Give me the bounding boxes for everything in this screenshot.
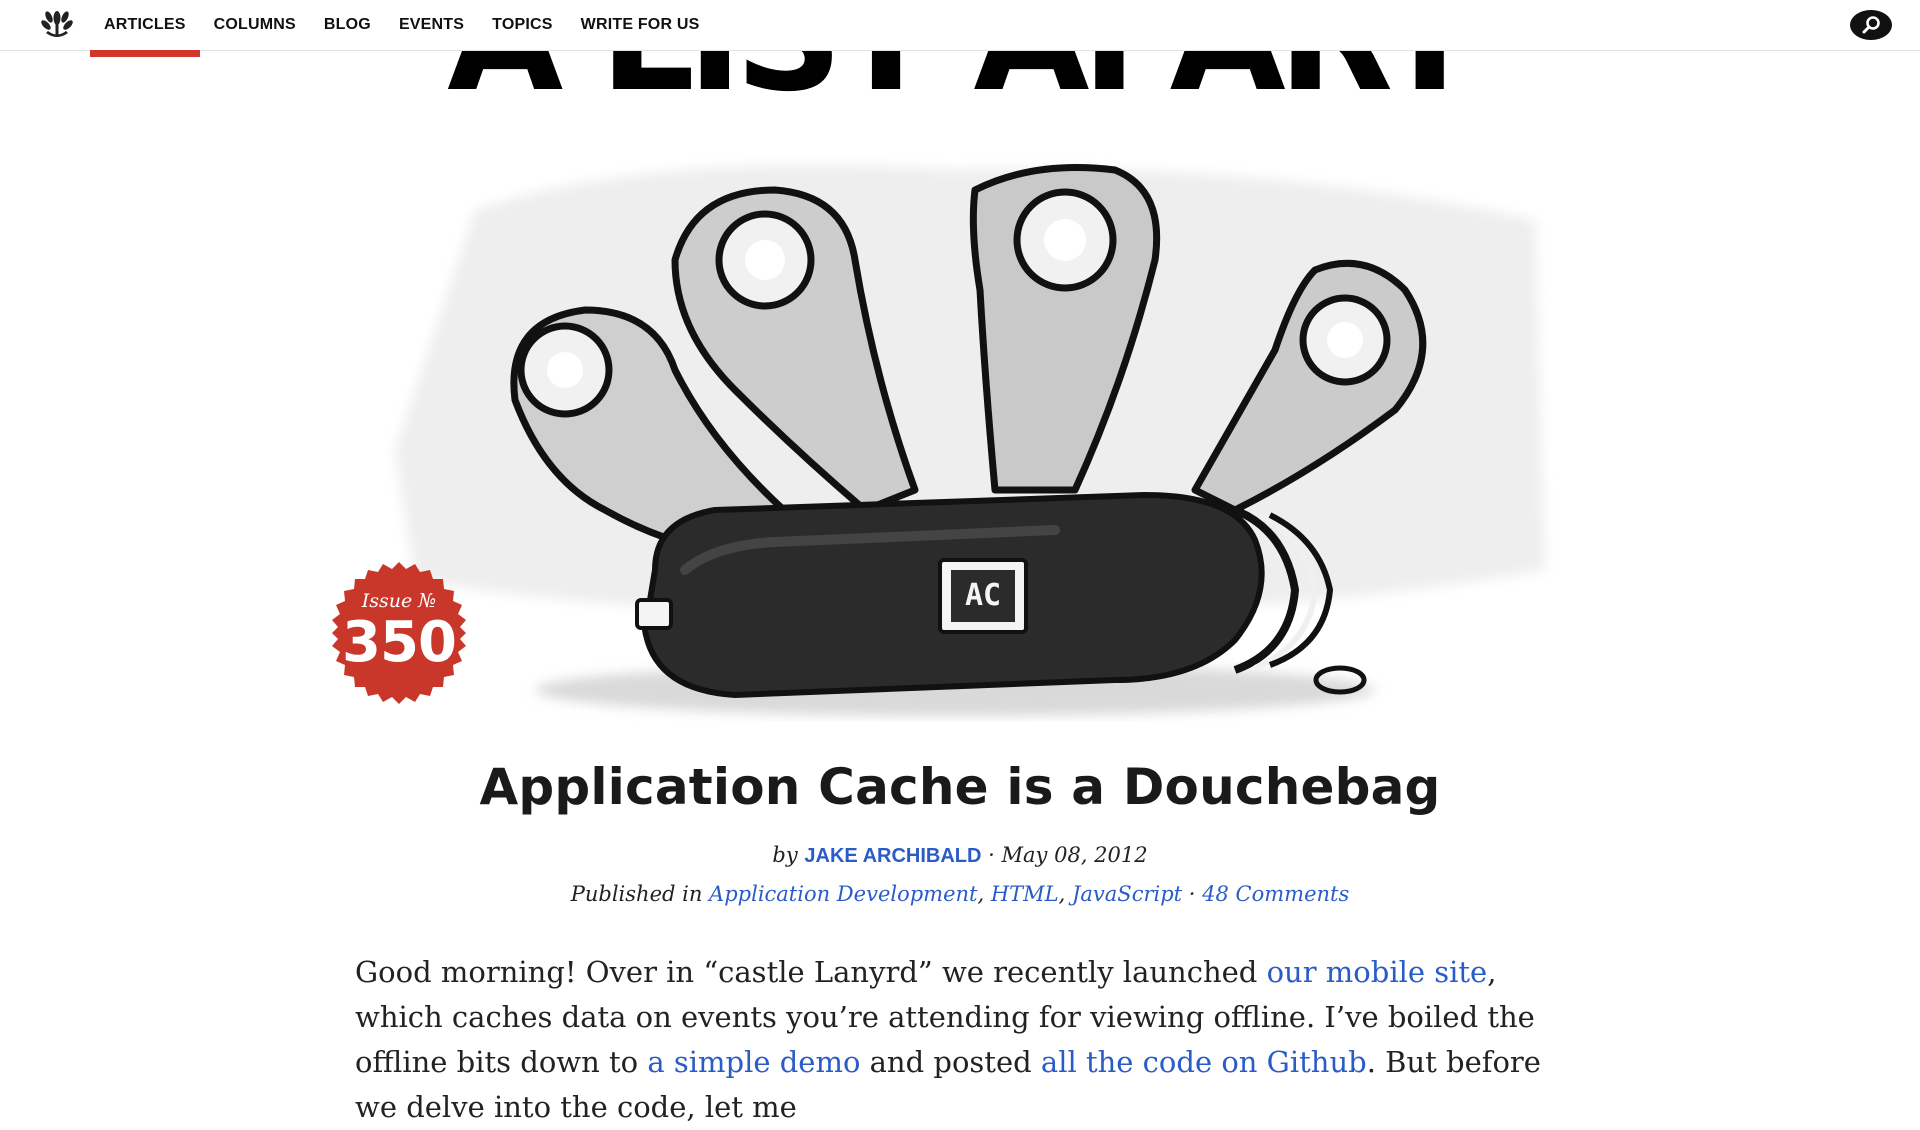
topic-link-application-development[interactable]: Application Development [709,882,977,906]
issue-badge[interactable]: Issue № 350 [326,560,472,706]
mobile-site-link[interactable]: our mobile site [1267,955,1488,989]
nav-item-blog[interactable]: BLOG [310,0,385,50]
publish-date: May 08, 2012 [1001,843,1148,867]
nav-item-columns[interactable]: COLUMNS [200,0,310,50]
intro-text-3: and posted [860,1045,1041,1079]
top-nav: ARTICLES COLUMNS BLOG EVENTS TOPICS WRIT… [0,0,1920,57]
knife-ac-label: AC [964,578,1002,613]
nav-item-topics[interactable]: TOPICS [478,0,566,50]
topic-link-html[interactable]: HTML [991,882,1059,906]
byline: by JAKE ARCHIBALD · May 08, 2012 [355,843,1565,868]
byline-separator: · [988,843,995,867]
nav-item-articles[interactable]: ARTICLES [90,0,200,57]
nav-item-events[interactable]: EVENTS [385,0,478,50]
article-intro: Good morning! Over in “castle Lanyrd” we… [355,950,1565,1130]
swiss-army-knife-illustration: AC [355,150,1565,730]
nav-menu: ARTICLES COLUMNS BLOG EVENTS TOPICS WRIT… [90,0,714,57]
intro-text-1: Good morning! Over in “castle Lanyrd” we… [355,955,1267,989]
published-separator: · [1188,882,1196,906]
published-in: Published in Application Development, HT… [570,882,1350,906]
search-icon[interactable] [1850,10,1892,40]
simple-demo-link[interactable]: a simple demo [647,1045,860,1079]
laurel-logo-icon[interactable] [40,9,74,41]
github-code-link[interactable]: all the code on Github [1041,1045,1367,1079]
byline-by: by [772,843,798,867]
topic-link-javascript[interactable]: JavaScript [1072,882,1182,906]
issue-label: Issue № [361,590,437,612]
article-title: Application Cache is a Douchebag [479,758,1441,816]
author-link[interactable]: JAKE ARCHIBALD [804,845,981,867]
published-in-label: Published in [570,882,703,906]
nav-item-write-for-us[interactable]: WRITE FOR US [567,0,714,50]
comments-link[interactable]: 48 Comments [1202,882,1349,906]
issue-number: 350 [342,610,457,675]
